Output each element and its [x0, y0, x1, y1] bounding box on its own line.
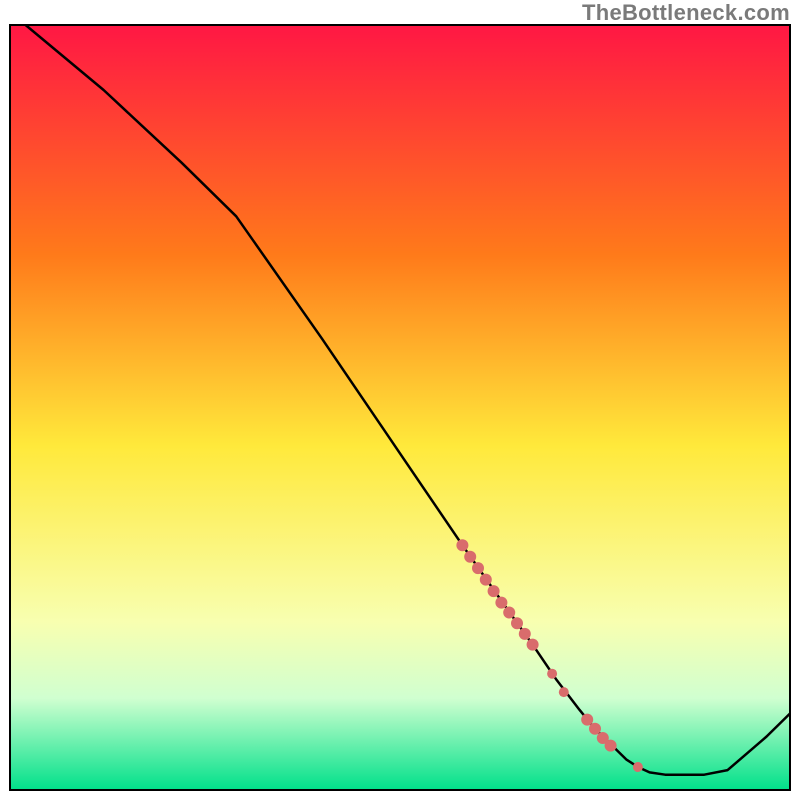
data-point — [480, 574, 492, 586]
data-point — [519, 628, 531, 640]
plot-background — [10, 25, 790, 790]
data-point — [456, 539, 468, 551]
data-point — [503, 607, 515, 619]
data-point — [495, 597, 507, 609]
data-point — [527, 639, 539, 651]
data-point — [511, 617, 523, 629]
data-point — [605, 740, 617, 752]
data-point — [472, 562, 484, 574]
data-point — [488, 585, 500, 597]
data-point — [633, 762, 643, 772]
watermark-text: TheBottleneck.com — [582, 0, 790, 26]
data-point — [581, 714, 593, 726]
data-point — [559, 687, 569, 697]
chart-canvas — [0, 0, 800, 800]
data-point — [464, 551, 476, 563]
data-point — [589, 723, 601, 735]
data-point — [547, 669, 557, 679]
